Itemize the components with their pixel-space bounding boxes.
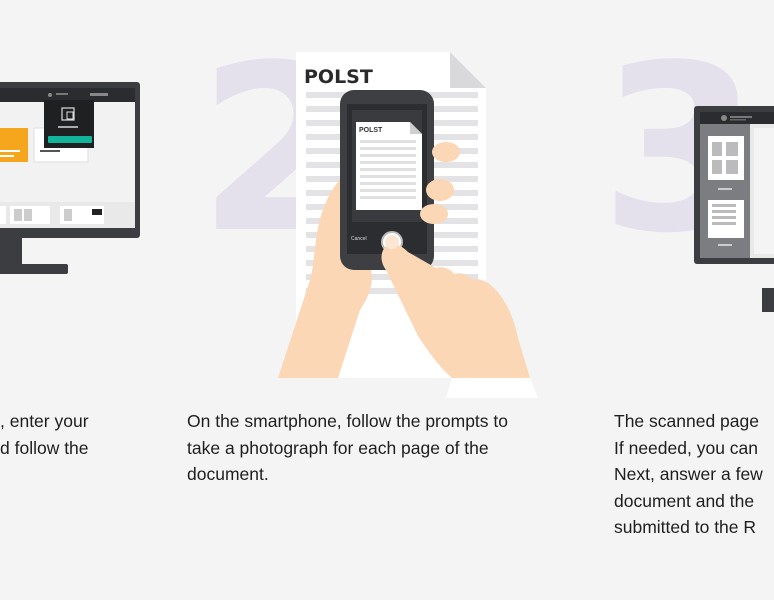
caption-line: On the smartphone, follow the prompts to (187, 411, 508, 431)
step-1-caption: , enter your d follow the (0, 408, 89, 461)
caption-line: submitted to the R (614, 517, 757, 537)
caption-line: , enter your (0, 411, 89, 431)
smartphone-scan-illustration (278, 52, 538, 398)
caption-line: The scanned page (614, 411, 759, 431)
document-title: POLST (304, 66, 373, 88)
desktop-monitor-illustration (694, 106, 774, 312)
step-2-caption: On the smartphone, follow the prompts to… (187, 408, 508, 488)
caption-line: document and the (614, 490, 755, 511)
caption-line: If needed, you can (614, 437, 758, 458)
caption-line: Next, answer a few (614, 464, 763, 484)
phone-cancel-button[interactable]: Cancel (351, 236, 367, 242)
caption-line: take a photograph for each page of the (187, 437, 489, 458)
desktop-monitor-illustration (0, 82, 140, 274)
caption-line: d follow the (0, 437, 89, 458)
phone-doc-title: POLST (359, 127, 383, 134)
caption-line: document. (187, 464, 269, 484)
step-3-caption: The scanned page If needed, you can Next… (614, 408, 763, 541)
